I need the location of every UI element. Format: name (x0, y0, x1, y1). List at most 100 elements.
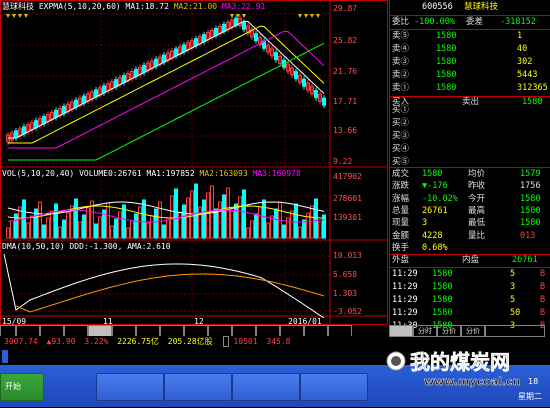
connection-status[interactable] (2, 350, 8, 363)
tick-price: 1580 (432, 269, 453, 279)
right-panel-tab[interactable]: 分时 (413, 325, 437, 337)
signal-arrow-icon (304, 14, 308, 18)
volume-bar (302, 219, 306, 239)
ticker-change: ▲93.90 (46, 337, 76, 346)
quote-value: 1580 (520, 218, 541, 229)
volume-bar (250, 220, 254, 239)
volume-bar (242, 189, 246, 239)
price-tick: 13.66 (333, 126, 358, 135)
dma-header: DMA(10,50,10) DDD:-1.300, AMA:2.610 (2, 242, 171, 251)
signal-arrow-icon (316, 14, 320, 18)
quote-value: 1580 (422, 169, 443, 179)
tick-volume: 50 (510, 308, 521, 318)
indicator-tabs (0, 325, 388, 337)
taskbar-item[interactable] (300, 373, 368, 401)
volume-bar (98, 216, 102, 239)
right-panel-tab[interactable]: 分价 (437, 325, 461, 337)
sell-level-row: 卖③ 1580 302 (392, 56, 549, 69)
candle-body (194, 38, 198, 47)
volume-bar (38, 201, 42, 239)
volume-bar (94, 223, 98, 239)
price-tick: 21.76 (333, 67, 358, 76)
taskbar-item[interactable] (164, 373, 232, 401)
start-label: 开始 (5, 382, 21, 391)
candle-body (234, 17, 238, 26)
buy-level-label: 买② (392, 118, 410, 128)
vol-tick: 278601 (333, 194, 362, 203)
buy-level-label: 买① (392, 105, 410, 115)
start-button[interactable]: 开始 (0, 373, 44, 401)
quote-value: ▼-176 (422, 181, 448, 192)
status-bar (0, 348, 388, 365)
volume-bar (266, 222, 270, 239)
taskbar-item[interactable] (232, 373, 300, 401)
price-header: 慧球科技 EXPMA(5,10,20,60) MA1:18.72 MA2:21.… (2, 1, 265, 12)
sell-level-label: 卖② (392, 70, 410, 80)
tick-time: 11:29 (392, 308, 418, 318)
quote-label: 换手 (392, 242, 410, 253)
sell-level-row: 卖① 1580 312365 (392, 82, 549, 95)
quote-value: -10.02% (422, 193, 458, 204)
candle-body (34, 120, 38, 129)
volume-bar (46, 217, 50, 239)
volume-bar (110, 225, 114, 239)
vol-ma2-label: MA2:163093 (199, 169, 248, 178)
right-panel-tab[interactable]: 分价 (461, 325, 485, 337)
signal-arrows-group (6, 14, 320, 18)
signal-arrow-icon (12, 14, 16, 18)
volume-bar (138, 206, 142, 239)
quote-label: 涨幅 (392, 193, 410, 204)
quote-row: 总量 26761 最高 1580 (392, 205, 549, 218)
signal-arrow-icon (24, 14, 28, 18)
volume-bar (182, 204, 186, 239)
volume-bar (26, 222, 30, 239)
volume-bar (234, 203, 238, 239)
candle-body (222, 23, 226, 32)
tick-time: 11:29 (392, 295, 418, 305)
taskbar-item[interactable] (96, 373, 164, 401)
candle-body (314, 90, 318, 99)
candle-body (42, 116, 46, 125)
volume-bar (318, 221, 322, 239)
candle-body (202, 34, 206, 43)
quote-label: 总量 (392, 205, 410, 216)
buy-level-row: 买③ (392, 130, 549, 143)
sell-level-row: 卖④ 1580 40 (392, 43, 549, 56)
volume-bar (86, 207, 90, 239)
volume-bar (114, 218, 118, 239)
dma-tick: 10.013 (333, 251, 362, 260)
volume-bar (246, 227, 250, 239)
candle-body (322, 97, 326, 106)
volume-bar (66, 212, 70, 239)
watermark-url: www.mycoal.cn (424, 375, 520, 388)
volume-bar (10, 220, 14, 239)
quote-row: 金额 4228 量比 013 (392, 230, 549, 243)
tick-volume: 5 (510, 295, 516, 305)
tick-volume: 5 (510, 269, 516, 279)
outer-inner-row: 外盘 内盘 26761 (392, 254, 549, 267)
volume-bar (194, 183, 198, 239)
ma1-label: MA1:18.72 (125, 2, 169, 11)
watermark: 我的煤炭网 www.mycoal.cn (384, 347, 550, 388)
price-tick: 29.87 (333, 4, 358, 13)
watermark-title: 我的煤炭网 (410, 350, 510, 374)
inner-label: 内盘 (462, 255, 480, 265)
dma-ddd-line (3, 253, 325, 319)
tick-row: 11:29 1580 5 B (392, 268, 549, 281)
ticker-amount: 2226.75亿 (117, 337, 159, 346)
tick-row: 11:29 1580 3 B (392, 281, 549, 294)
candle-body (74, 99, 78, 108)
sell-level-label: 卖⑤ (392, 31, 410, 41)
sell-level-volume: 5443 (517, 70, 538, 80)
tick-row: 11:29 1580 50 B (392, 307, 549, 320)
right-panel-tab[interactable] (485, 325, 545, 337)
signal-arrow-icon (6, 14, 10, 18)
quote-label: 量比 (468, 230, 486, 241)
quote-label: 涨跌 (392, 181, 410, 192)
right-panel-tab[interactable] (389, 325, 413, 337)
ma3-label: MA3:22.91 (221, 2, 266, 11)
ticker-value-3: 345.8 (266, 337, 291, 346)
kline-svg[interactable] (0, 0, 388, 325)
kline-chart-area[interactable]: 慧球科技 EXPMA(5,10,20,60) MA1:18.72 MA2:21.… (0, 0, 388, 326)
price-tick: 25.82 (333, 36, 358, 45)
